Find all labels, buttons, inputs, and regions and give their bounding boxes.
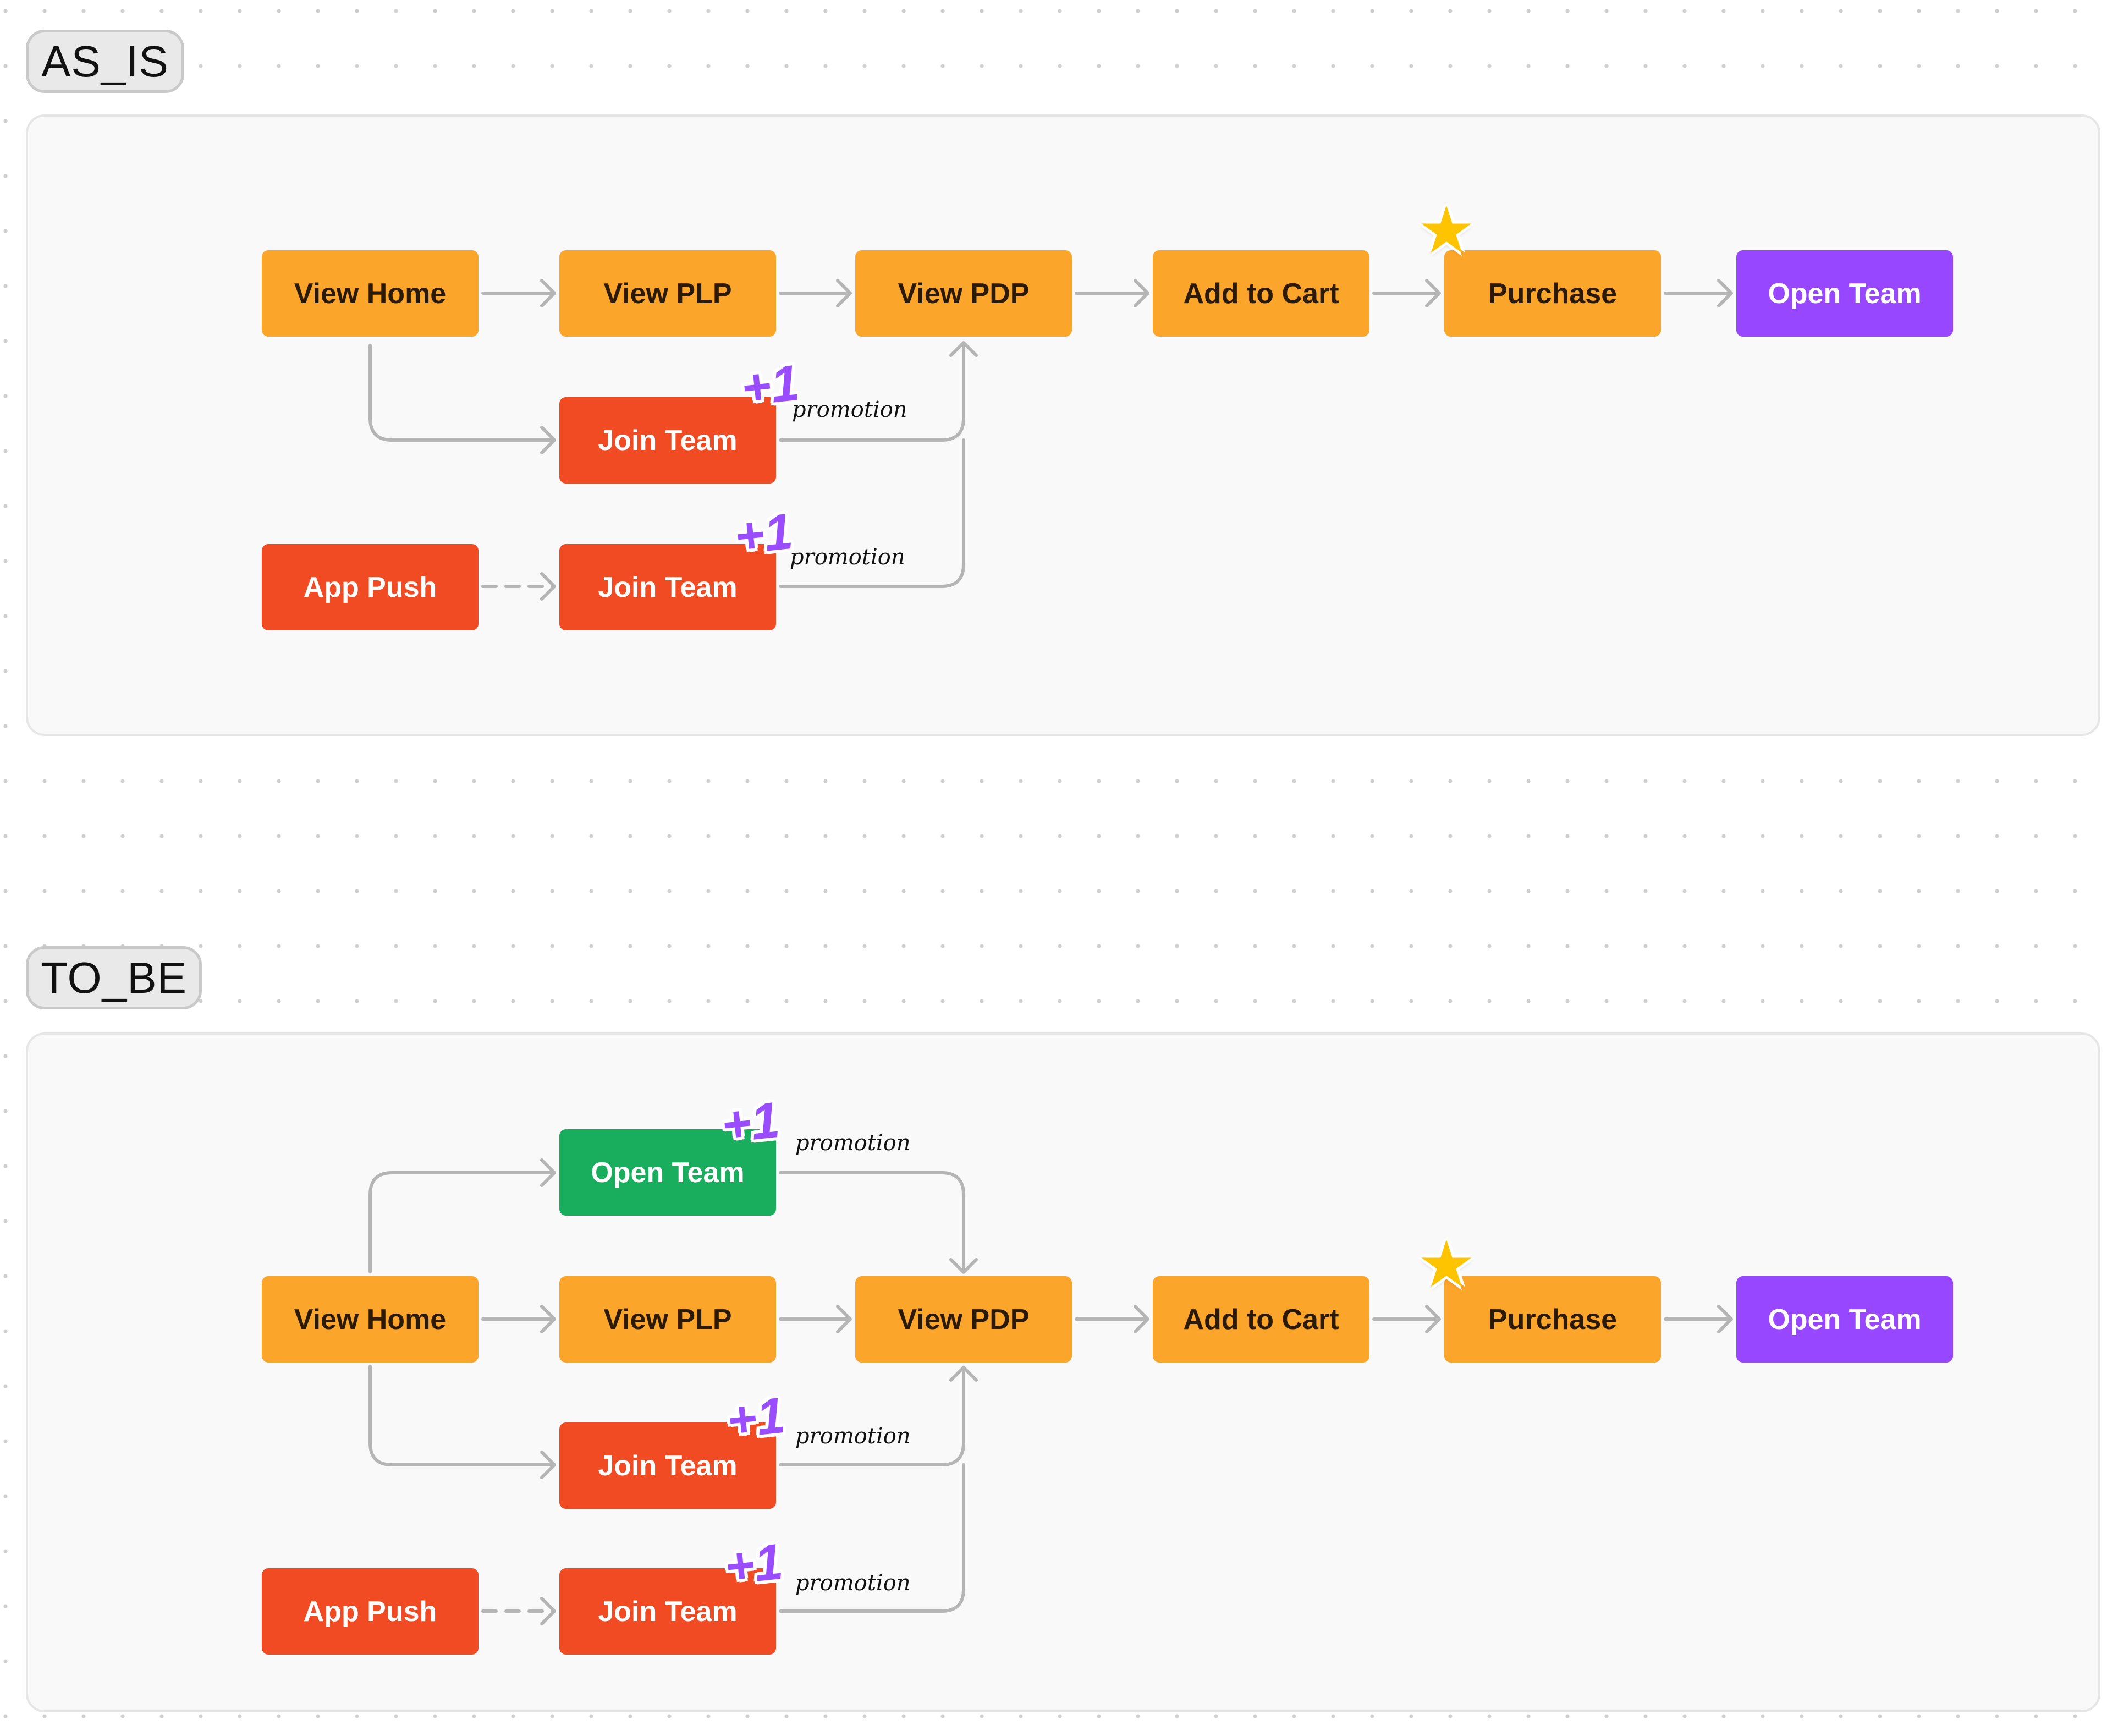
- as-is-node-open-team[interactable]: Open Team: [1736, 250, 1953, 337]
- to-be-node-view-plp[interactable]: View PLP: [559, 1276, 776, 1363]
- plus-one-badge-icon: +1: [722, 1533, 785, 1596]
- to-be-arrow-home-join1: [369, 1365, 556, 1479]
- as-is-arrow-push-join2: [481, 572, 556, 601]
- promotion-label: promotion: [792, 397, 908, 422]
- as-is-node-app-push[interactable]: App Push: [262, 544, 479, 630]
- as-is-node-view-plp[interactable]: View PLP: [559, 250, 776, 337]
- to-be-arrow-cart-purchase: [1372, 1305, 1441, 1333]
- as-is-arrow-home-plp: [481, 279, 556, 307]
- as-is-arrow-cart-purchase: [1372, 279, 1441, 307]
- star-icon: ★: [1417, 194, 1476, 267]
- to-be-arrow-pdp-cart: [1075, 1305, 1150, 1333]
- as-is-arrow-pdp-cart: [1075, 279, 1150, 307]
- as-is-arrow-home-join1: [369, 344, 556, 454]
- promotion-label: promotion: [795, 1130, 911, 1156]
- as-is-node-purchase[interactable]: Purchase: [1444, 250, 1661, 337]
- promotion-label: promotion: [790, 545, 905, 570]
- as-is-arrow-purchase-open: [1664, 279, 1733, 307]
- plus-one-badge-icon: +1: [732, 503, 795, 565]
- plus-one-badge-icon: +1: [724, 1387, 788, 1449]
- plus-one-badge-icon: +1: [718, 1091, 782, 1154]
- star-icon: ★: [1417, 1228, 1476, 1301]
- to-be-node-purchase[interactable]: Purchase: [1444, 1276, 1661, 1363]
- as-is-node-view-home[interactable]: View Home: [262, 250, 479, 337]
- promotion-label: promotion: [795, 1570, 911, 1596]
- to-be-arrow-home-plp: [481, 1305, 556, 1333]
- to-be-node-view-pdp[interactable]: View PDP: [855, 1276, 1072, 1363]
- to-be-arrow-openteam-pdp: [779, 1171, 978, 1274]
- to-be-node-add-to-cart[interactable]: Add to Cart: [1153, 1276, 1370, 1363]
- as-is-node-add-to-cart[interactable]: Add to Cart: [1153, 250, 1370, 337]
- to-be-arrow-push-join2: [481, 1597, 556, 1625]
- as-is-arrow-plp-pdp: [779, 279, 852, 307]
- to-be-arrow-plp-pdp: [779, 1305, 852, 1333]
- to-be-arrow-purchase-open: [1664, 1305, 1733, 1333]
- to-be-arrow-home-openteam: [369, 1158, 556, 1273]
- to-be-node-view-home[interactable]: View Home: [262, 1276, 479, 1363]
- promotion-label: promotion: [795, 1424, 911, 1449]
- to-be-node-app-push[interactable]: App Push: [262, 1568, 479, 1655]
- as-is-node-view-pdp[interactable]: View PDP: [855, 250, 1072, 337]
- to-be-node-open-team[interactable]: Open Team: [1736, 1276, 1953, 1363]
